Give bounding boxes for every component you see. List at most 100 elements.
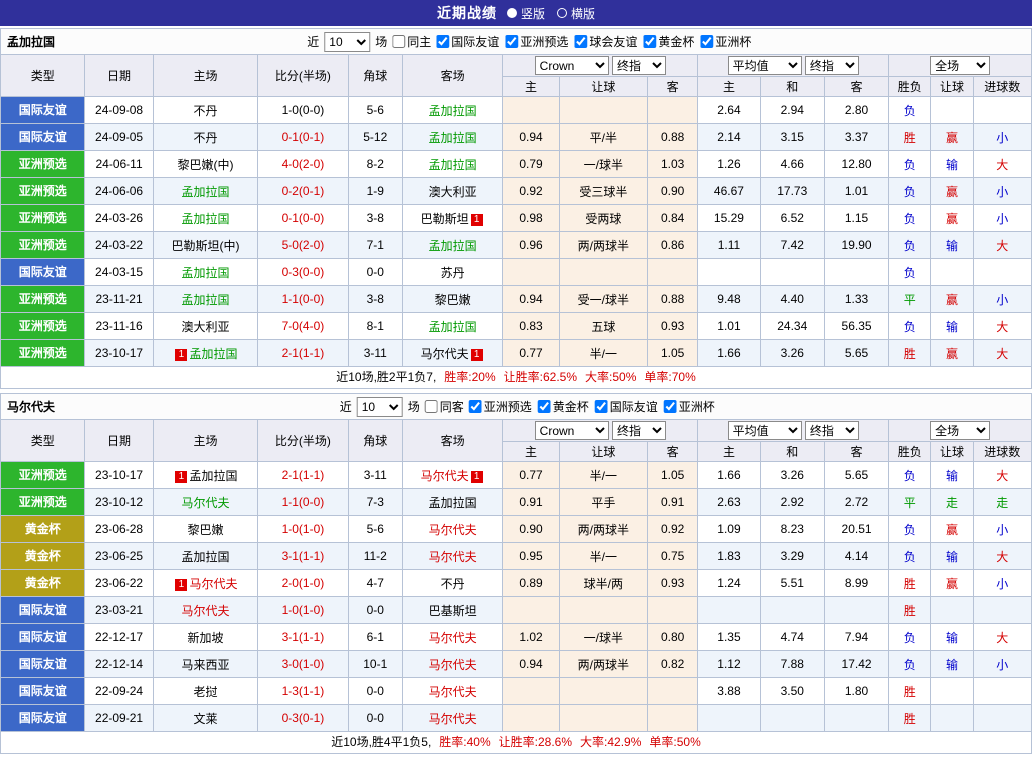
home-team-name[interactable]: 孟加拉国 bbox=[181, 185, 229, 199]
corners: 3-11 bbox=[348, 462, 402, 489]
away-team-name[interactable]: 巴基斯坦 bbox=[429, 604, 477, 618]
competition-filter[interactable]: 亚洲预选 bbox=[505, 33, 568, 50]
col-header-score: 比分(半场) bbox=[258, 420, 348, 462]
competition-checkbox[interactable] bbox=[505, 35, 518, 48]
subcol-result-handicap: 让球 bbox=[931, 77, 973, 97]
same-venue-filter[interactable]: 同主 bbox=[392, 33, 431, 50]
avg-select[interactable]: 平均值 bbox=[728, 421, 802, 440]
bookmaker-select[interactable]: Crown bbox=[535, 56, 609, 75]
away-team-name[interactable]: 马尔代夫 bbox=[429, 550, 477, 564]
home-team: 新加坡 bbox=[153, 624, 258, 651]
same-venue-checkbox[interactable] bbox=[392, 35, 405, 48]
competition-filter[interactable]: 球会友谊 bbox=[574, 33, 637, 50]
home-team: 1孟加拉国 bbox=[153, 462, 258, 489]
away-team-name[interactable]: 孟加拉国 bbox=[429, 239, 477, 253]
avg-select[interactable]: 平均值 bbox=[728, 56, 802, 75]
subcol-result-wdl: 胜负 bbox=[889, 77, 931, 97]
home-team-name[interactable]: 黎巴嫩 bbox=[187, 523, 223, 537]
competition-checkbox[interactable] bbox=[436, 35, 449, 48]
layout-option-label: 横版 bbox=[571, 5, 595, 22]
home-team-name[interactable]: 不丹 bbox=[193, 104, 217, 118]
recent-count-select[interactable]: 10 bbox=[357, 397, 403, 417]
away-team-name[interactable]: 孟加拉国 bbox=[429, 158, 477, 172]
result-goals bbox=[973, 597, 1031, 624]
avg-kind-select[interactable]: 终指 bbox=[805, 56, 859, 75]
home-team-name[interactable]: 孟加拉国 bbox=[181, 212, 229, 226]
competition-checkbox[interactable] bbox=[595, 400, 608, 413]
bookmaker-select[interactable]: Crown bbox=[535, 421, 609, 440]
home-team-name[interactable]: 孟加拉国 bbox=[189, 347, 237, 361]
result-handicap: 输 bbox=[931, 624, 973, 651]
competition-filter[interactable]: 亚洲杯 bbox=[700, 33, 751, 50]
home-team-name[interactable]: 马尔代夫 bbox=[181, 496, 229, 510]
competition-filter[interactable]: 亚洲预选 bbox=[469, 398, 532, 415]
away-team-name[interactable]: 孟加拉国 bbox=[429, 320, 477, 334]
home-team: 不丹 bbox=[153, 124, 258, 151]
away-team-name[interactable]: 巴勒斯坦 bbox=[421, 212, 469, 226]
home-team-name[interactable]: 黎巴嫩(中) bbox=[177, 158, 233, 172]
odds-away: 1.05 bbox=[648, 462, 698, 489]
odds-kind-select[interactable]: 终指 bbox=[612, 421, 666, 440]
home-team-name[interactable]: 澳大利亚 bbox=[181, 320, 229, 334]
section-bangladesh: 孟加拉国 近 10 场 同主 国际友谊亚洲预选球会友谊黄金杯亚洲杯 类型 日期 … bbox=[0, 28, 1032, 389]
competition-type-cell: 亚洲预选 bbox=[1, 313, 85, 340]
competition-checkbox[interactable] bbox=[469, 400, 482, 413]
home-team-name[interactable]: 巴勒斯坦(中) bbox=[171, 239, 239, 253]
odds-home: 0.92 bbox=[503, 178, 559, 205]
match-date: 24-06-11 bbox=[85, 151, 153, 178]
away-team-name[interactable]: 孟加拉国 bbox=[429, 104, 477, 118]
subcol-avg-draw: 和 bbox=[760, 77, 824, 97]
home-team-name[interactable]: 不丹 bbox=[193, 131, 217, 145]
competition-checkbox[interactable] bbox=[643, 35, 656, 48]
away-team-name[interactable]: 马尔代夫 bbox=[429, 685, 477, 699]
home-team-name[interactable]: 孟加拉国 bbox=[181, 550, 229, 564]
scope-select[interactable]: 全场 bbox=[930, 421, 990, 440]
competition-type-badge: 国际友谊 bbox=[1, 124, 84, 150]
home-team-name[interactable]: 文莱 bbox=[193, 712, 217, 726]
same-venue-filter[interactable]: 同客 bbox=[425, 398, 464, 415]
competition-checkbox[interactable] bbox=[664, 400, 677, 413]
scope-select[interactable]: 全场 bbox=[930, 56, 990, 75]
layout-radio-option[interactable]: 竖版 bbox=[507, 5, 545, 22]
result-handicap: 输 bbox=[931, 462, 973, 489]
away-team-name[interactable]: 马尔代夫 bbox=[421, 469, 469, 483]
competition-filter[interactable]: 黄金杯 bbox=[643, 33, 694, 50]
away-team-name[interactable]: 马尔代夫 bbox=[429, 631, 477, 645]
away-team-name[interactable]: 苏丹 bbox=[441, 266, 465, 280]
recent-count-select[interactable]: 10 bbox=[324, 32, 370, 52]
competition-filter[interactable]: 国际友谊 bbox=[595, 398, 658, 415]
home-team-name[interactable]: 马来西亚 bbox=[181, 658, 229, 672]
odds-home bbox=[503, 678, 559, 705]
home-team-name[interactable]: 新加坡 bbox=[187, 631, 223, 645]
home-team-name[interactable]: 马尔代夫 bbox=[189, 577, 237, 591]
away-team-name[interactable]: 马尔代夫 bbox=[421, 347, 469, 361]
away-team-name[interactable]: 马尔代夫 bbox=[429, 658, 477, 672]
away-team-name[interactable]: 马尔代夫 bbox=[429, 712, 477, 726]
odds-kind-select[interactable]: 终指 bbox=[612, 56, 666, 75]
away-team-name[interactable]: 不丹 bbox=[441, 577, 465, 591]
avg-kind-select[interactable]: 终指 bbox=[805, 421, 859, 440]
layout-radio-option[interactable]: 横版 bbox=[557, 5, 595, 22]
home-team-name[interactable]: 马尔代夫 bbox=[181, 604, 229, 618]
home-team-name[interactable]: 孟加拉国 bbox=[189, 469, 237, 483]
home-team-name[interactable]: 孟加拉国 bbox=[181, 293, 229, 307]
away-team: 马尔代夫 bbox=[402, 651, 502, 678]
radio-icon[interactable] bbox=[557, 8, 567, 18]
home-team-name[interactable]: 老挝 bbox=[193, 685, 217, 699]
home-team-name[interactable]: 孟加拉国 bbox=[181, 266, 229, 280]
competition-filter[interactable]: 国际友谊 bbox=[436, 33, 499, 50]
competition-filter[interactable]: 黄金杯 bbox=[538, 398, 589, 415]
result-wdl: 负 bbox=[889, 151, 931, 178]
competition-checkbox[interactable] bbox=[538, 400, 551, 413]
competition-checkbox[interactable] bbox=[700, 35, 713, 48]
away-team-name[interactable]: 马尔代夫 bbox=[429, 523, 477, 537]
away-team-name[interactable]: 孟加拉国 bbox=[429, 496, 477, 510]
away-team-name[interactable]: 澳大利亚 bbox=[429, 185, 477, 199]
same-venue-checkbox[interactable] bbox=[425, 400, 438, 413]
competition-checkbox[interactable] bbox=[574, 35, 587, 48]
away-team-name[interactable]: 孟加拉国 bbox=[429, 131, 477, 145]
away-team-name[interactable]: 黎巴嫩 bbox=[435, 293, 471, 307]
competition-filter[interactable]: 亚洲杯 bbox=[664, 398, 715, 415]
avg-home: 1.66 bbox=[698, 462, 760, 489]
radio-icon[interactable] bbox=[507, 8, 517, 18]
